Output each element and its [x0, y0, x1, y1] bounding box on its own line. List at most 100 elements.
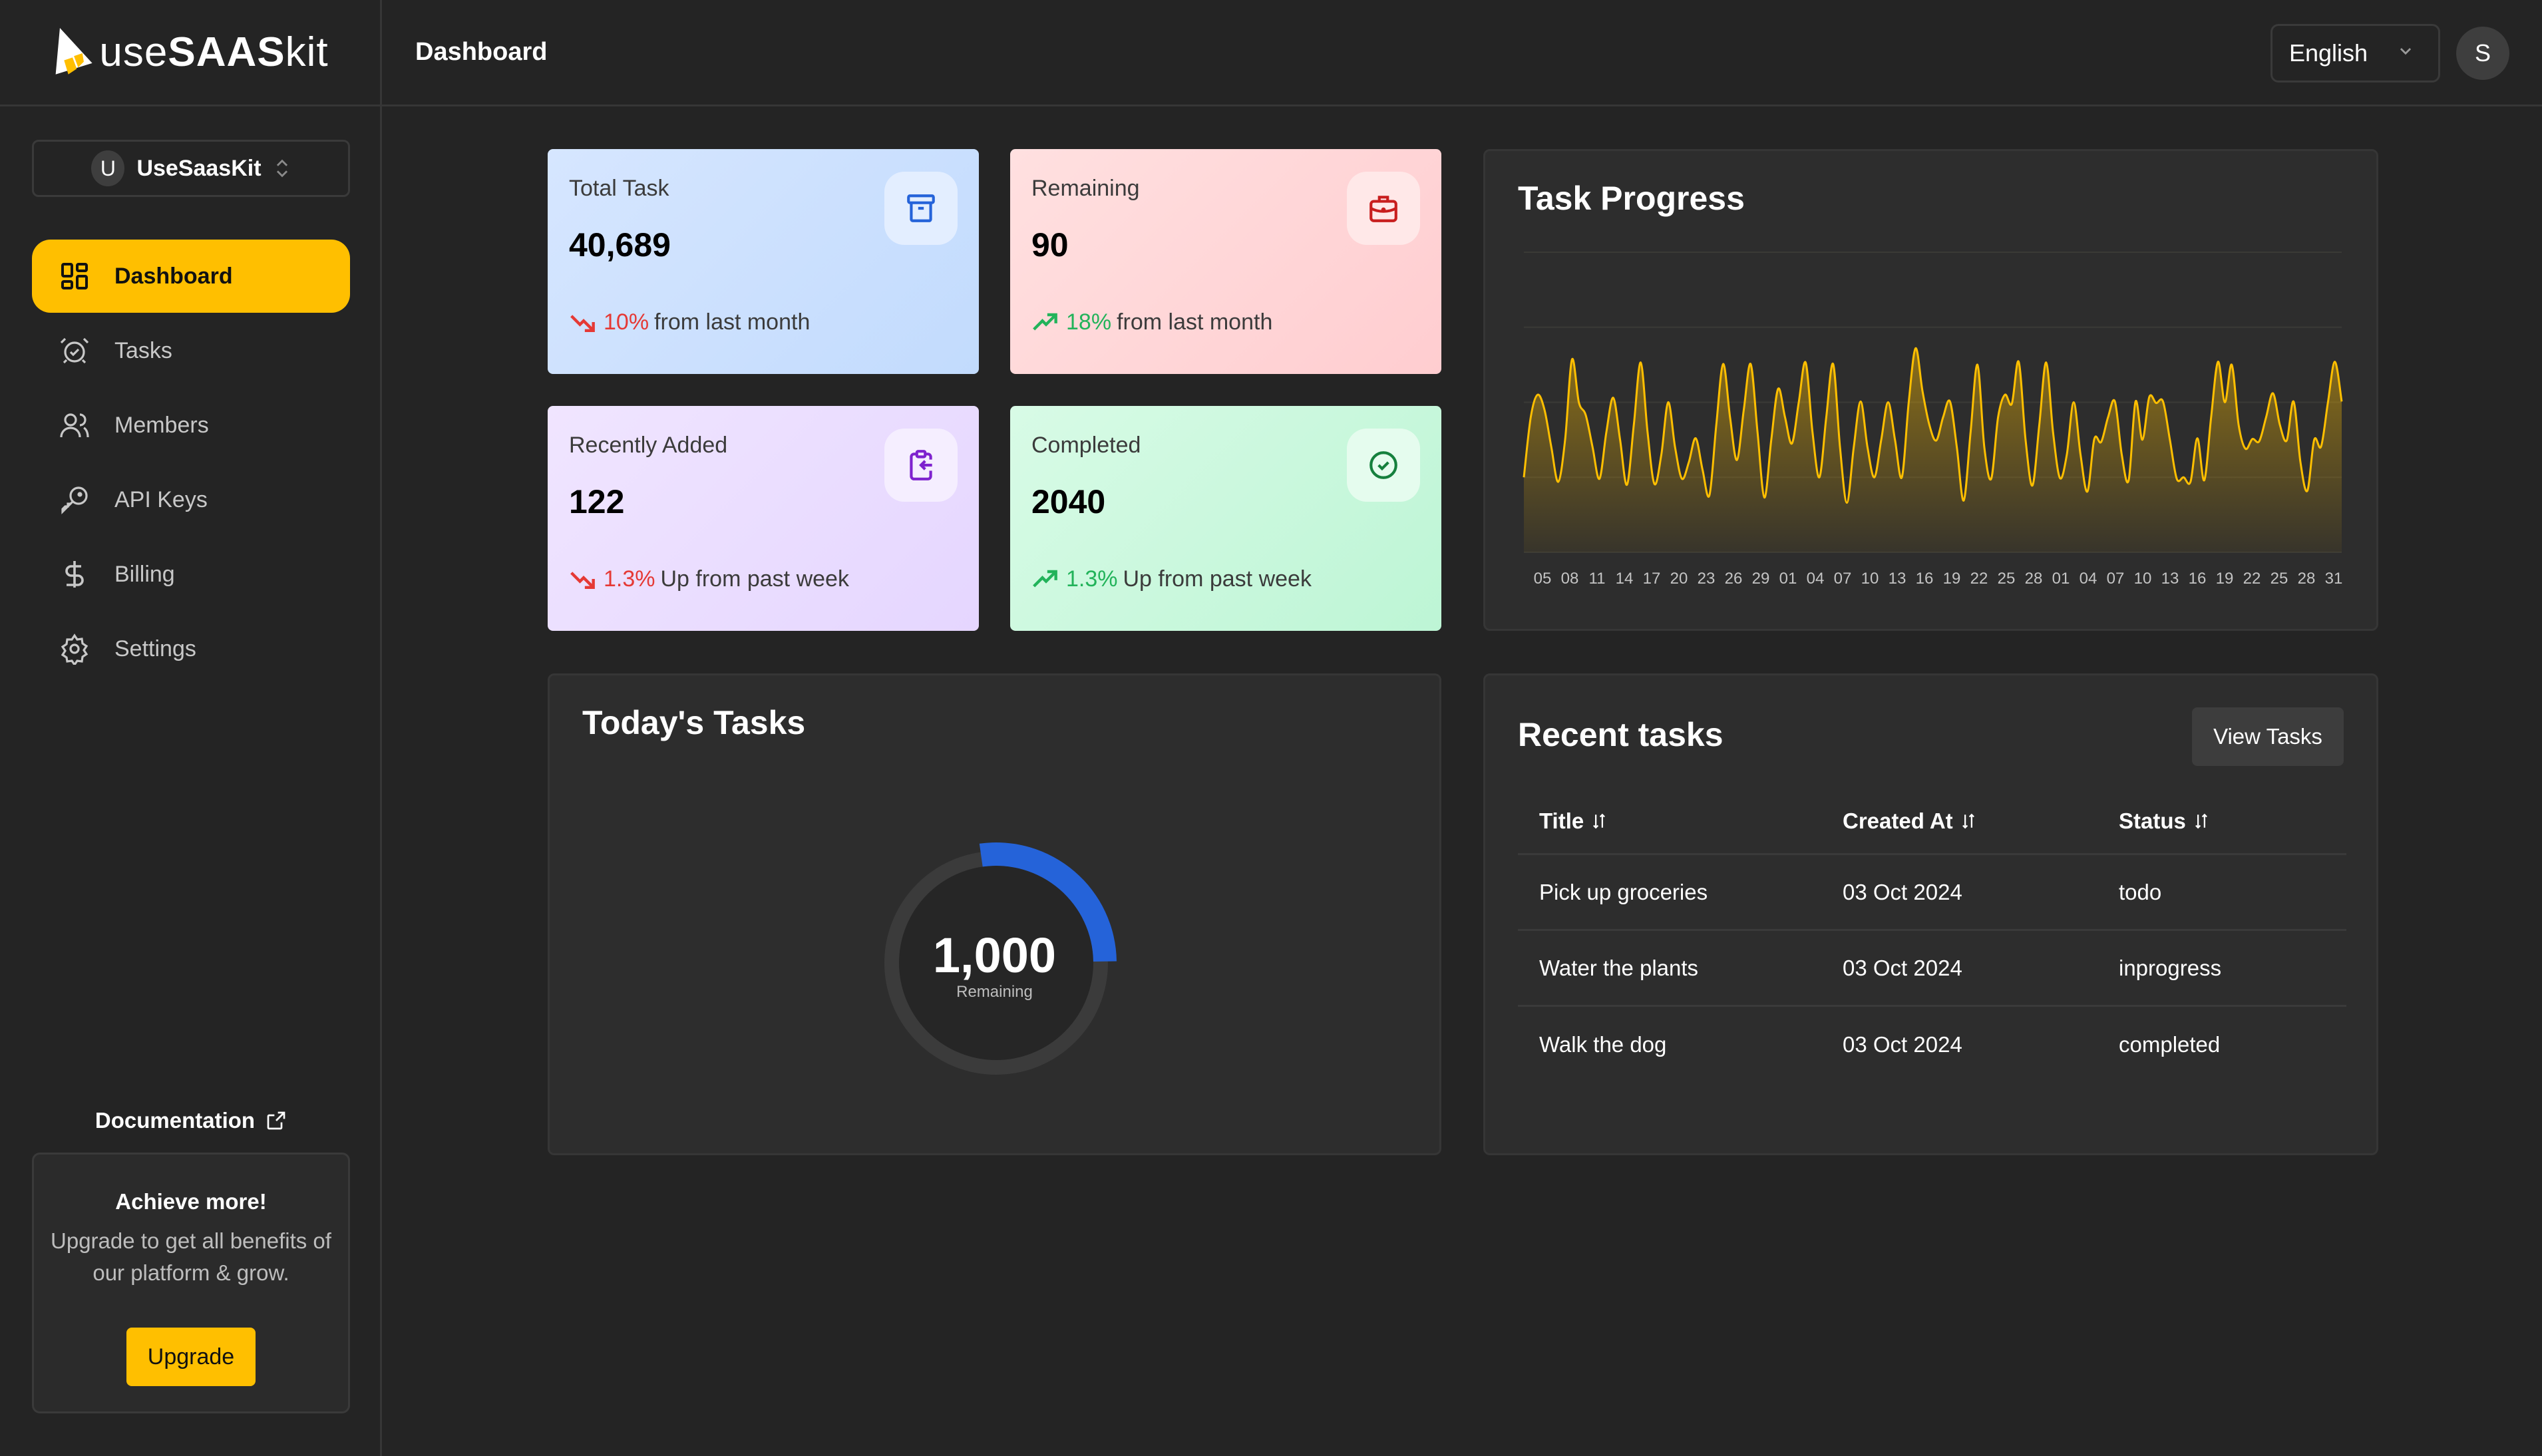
column-header-created-at[interactable]: Created At — [1843, 809, 2119, 834]
data-point[interactable] — [1912, 344, 1920, 352]
data-point[interactable] — [1966, 429, 1974, 437]
sidebar-item-api-keys[interactable]: API Keys — [32, 463, 350, 536]
data-point[interactable] — [2235, 421, 2243, 429]
language-select[interactable]: English — [2270, 24, 2440, 83]
data-point[interactable] — [1602, 429, 1610, 437]
data-point[interactable] — [1939, 413, 1947, 421]
data-point[interactable] — [1788, 440, 1796, 448]
data-point[interactable] — [1554, 478, 1562, 486]
data-point[interactable] — [1809, 429, 1817, 437]
data-point[interactable] — [1685, 458, 1693, 466]
data-point[interactable] — [2036, 421, 2044, 429]
data-point[interactable] — [2125, 476, 2133, 484]
data-point[interactable] — [1520, 473, 1528, 481]
data-point[interactable] — [1953, 443, 1961, 451]
data-point[interactable] — [2090, 435, 2098, 443]
data-point[interactable] — [2015, 358, 2023, 366]
data-point[interactable] — [1706, 491, 1714, 499]
data-point[interactable] — [1795, 399, 1803, 407]
data-point[interactable] — [2296, 458, 2304, 466]
data-point[interactable] — [2063, 451, 2071, 458]
sidebar-item-members[interactable]: Members — [32, 389, 350, 462]
data-point[interactable] — [2138, 436, 2146, 444]
data-point[interactable] — [1582, 411, 1590, 419]
data-point[interactable] — [2262, 413, 2270, 421]
data-point[interactable] — [1760, 494, 1768, 502]
data-point[interactable] — [1609, 394, 1617, 402]
data-point[interactable] — [1712, 421, 1720, 429]
data-point[interactable] — [1561, 436, 1569, 444]
data-point[interactable] — [2097, 438, 2105, 446]
table-row[interactable]: Walk the dog 03 Oct 2024 completed — [1518, 1007, 2346, 1083]
view-tasks-button[interactable]: View Tasks — [2192, 707, 2344, 766]
user-avatar[interactable]: S — [2456, 27, 2509, 80]
data-point[interactable] — [2282, 437, 2290, 445]
data-point[interactable] — [2290, 397, 2298, 405]
data-point[interactable] — [2049, 429, 2057, 437]
org-switcher[interactable]: U UseSaasKit — [32, 140, 350, 197]
data-point[interactable] — [1871, 473, 1879, 481]
data-point[interactable] — [1534, 391, 1542, 399]
data-point[interactable] — [1630, 421, 1638, 429]
data-point[interactable] — [1568, 355, 1576, 363]
data-point[interactable] — [1843, 499, 1851, 507]
data-point[interactable] — [1699, 466, 1707, 474]
data-point[interactable] — [2187, 478, 2195, 486]
data-point[interactable] — [1815, 473, 1823, 481]
data-point[interactable] — [2152, 399, 2160, 407]
data-point[interactable] — [1829, 360, 1837, 368]
data-point[interactable] — [2166, 436, 2174, 444]
data-point[interactable] — [1733, 456, 1741, 464]
data-point[interactable] — [1678, 475, 1686, 483]
data-point[interactable] — [1884, 399, 1892, 407]
data-point[interactable] — [1925, 421, 1933, 429]
data-point[interactable] — [2022, 436, 2030, 444]
data-point[interactable] — [1774, 385, 1782, 393]
data-point[interactable] — [1877, 436, 1885, 444]
data-point[interactable] — [1650, 480, 1658, 488]
data-point[interactable] — [2276, 421, 2284, 429]
data-point[interactable] — [1801, 359, 1809, 367]
data-point[interactable] — [1960, 496, 1968, 504]
table-row[interactable]: Pick up groceries 03 Oct 2024 todo — [1518, 855, 2346, 931]
data-point[interactable] — [1974, 361, 1982, 369]
data-point[interactable] — [1664, 399, 1672, 407]
data-point[interactable] — [1726, 413, 1734, 421]
data-point[interactable] — [2228, 361, 2236, 369]
data-point[interactable] — [1720, 360, 1727, 368]
sidebar-item-settings[interactable]: Settings — [32, 612, 350, 685]
data-point[interactable] — [1575, 399, 1583, 407]
data-point[interactable] — [1822, 413, 1830, 421]
data-point[interactable] — [1850, 443, 1858, 451]
data-point[interactable] — [1644, 429, 1652, 437]
data-point[interactable] — [2118, 451, 2126, 458]
data-point[interactable] — [1541, 406, 1548, 414]
data-point[interactable] — [2001, 391, 2009, 399]
data-point[interactable] — [2317, 443, 2325, 451]
data-point[interactable] — [1616, 436, 1624, 444]
data-point[interactable] — [2104, 413, 2112, 421]
data-point[interactable] — [2221, 399, 2229, 407]
column-header-status[interactable]: Status — [2119, 809, 2346, 834]
data-point[interactable] — [2008, 400, 2016, 408]
data-point[interactable] — [2042, 359, 2050, 367]
data-point[interactable] — [1547, 443, 1555, 451]
data-point[interactable] — [1658, 451, 1666, 458]
data-point[interactable] — [2338, 397, 2346, 405]
data-point[interactable] — [1898, 473, 1906, 481]
data-point[interactable] — [1692, 435, 1700, 443]
data-point[interactable] — [1781, 413, 1789, 421]
data-point[interactable] — [1671, 443, 1679, 451]
data-point[interactable] — [1527, 413, 1535, 421]
data-point[interactable] — [1980, 443, 1988, 451]
data-point[interactable] — [2179, 473, 2187, 481]
data-point[interactable] — [1739, 406, 1747, 414]
data-point[interactable] — [2056, 474, 2064, 482]
data-point[interactable] — [2324, 399, 2332, 407]
data-point[interactable] — [1891, 436, 1899, 444]
data-point[interactable] — [2145, 393, 2153, 401]
data-point[interactable] — [1863, 443, 1871, 451]
data-point[interactable] — [1994, 413, 2002, 421]
documentation-link[interactable]: Documentation — [0, 1108, 382, 1133]
data-point[interactable] — [2070, 399, 2078, 407]
